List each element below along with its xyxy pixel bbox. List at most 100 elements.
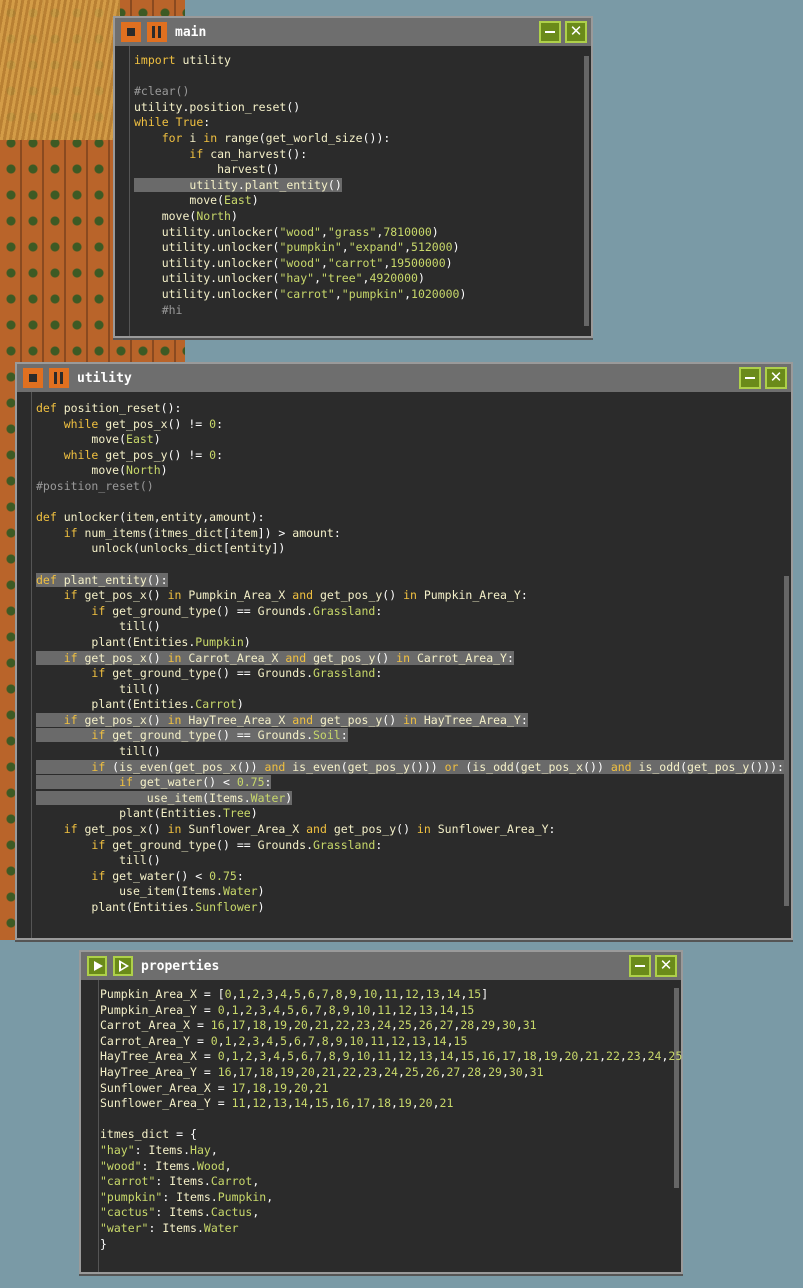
- code-line[interactable]: ​: [36, 557, 784, 573]
- code-line[interactable]: plant(Entities.Pumpkin): [36, 635, 784, 651]
- code-line[interactable]: #position_reset(): [36, 479, 784, 495]
- window-title: properties: [141, 958, 220, 974]
- utility-code-window[interactable]: utility ✕ def position_reset(): while ge…: [15, 362, 793, 940]
- stop-icon[interactable]: [23, 368, 43, 388]
- code-line[interactable]: utility.unlocker("wood","grass",7810000): [134, 225, 466, 241]
- pause-icon[interactable]: [49, 368, 69, 388]
- code-line[interactable]: move(North): [134, 209, 466, 225]
- code-line[interactable]: if can_harvest():: [134, 147, 466, 163]
- code-editor[interactable]: Pumpkin_Area_X = [0,1,2,3,4,5,6,7,8,9,10…: [81, 980, 682, 1272]
- code-line[interactable]: Carrot_Area_Y = 0,1,2,3,4,5,6,7,8,9,10,1…: [100, 1034, 682, 1050]
- minimize-icon[interactable]: [629, 955, 651, 977]
- indent-guide: [31, 392, 32, 938]
- code-line[interactable]: move(East): [134, 193, 466, 209]
- close-icon[interactable]: ✕: [655, 955, 677, 977]
- code-line[interactable]: if get_pos_x() in Carrot_Area_X and get_…: [36, 650, 784, 667]
- code-line[interactable]: utility.unlocker("pumpkin","expand",5120…: [134, 240, 466, 256]
- utility-titlebar[interactable]: utility ✕: [17, 364, 791, 392]
- code-line[interactable]: utility.unlocker("carrot","pumpkin",1020…: [134, 287, 467, 303]
- code-line[interactable]: if get_water() < 0.75:: [36, 775, 784, 791]
- scrollbar[interactable]: [784, 576, 789, 906]
- code-line[interactable]: if get_ground_type() == Grounds.Soil:: [36, 728, 784, 744]
- properties-titlebar[interactable]: properties ✕: [81, 952, 681, 980]
- code-line[interactable]: harvest(): [134, 162, 466, 178]
- code-line[interactable]: "water": Items.Water: [100, 1221, 682, 1237]
- code-line[interactable]: if (is_even(get_pos_x()) and is_even(get…: [36, 759, 784, 776]
- code-line[interactable]: use_item(Items.Water): [36, 790, 784, 807]
- code-line[interactable]: HayTree_Area_Y = 16,17,18,19,20,21,22,23…: [100, 1065, 682, 1081]
- code-line[interactable]: utility.plant_entity(): [134, 177, 466, 194]
- code-line[interactable]: utility.unlocker("wood","carrot",1950000…: [134, 256, 466, 272]
- code-text[interactable]: def position_reset(): while get_pos_x() …: [36, 401, 784, 916]
- code-line[interactable]: def position_reset():: [36, 401, 784, 417]
- code-line[interactable]: if get_pos_x() in HayTree_Area_X and get…: [36, 712, 784, 729]
- play-icon[interactable]: [87, 956, 107, 976]
- code-line[interactable]: #clear(): [134, 84, 466, 100]
- code-line[interactable]: utility.position_reset(): [134, 100, 466, 116]
- code-line[interactable]: while get_pos_y() != 0:: [36, 448, 784, 464]
- pause-icon[interactable]: [147, 22, 167, 42]
- code-line[interactable]: for i in range(get_world_size()):: [134, 131, 466, 147]
- code-line[interactable]: ​: [134, 69, 466, 85]
- code-line[interactable]: "hay": Items.Hay,: [100, 1143, 682, 1159]
- code-line[interactable]: def plant_entity():: [36, 572, 784, 589]
- stop-icon[interactable]: [121, 22, 141, 42]
- wheat-field: [0, 0, 120, 140]
- code-line[interactable]: utility.unlocker("hay","tree",4920000): [134, 271, 466, 287]
- code-line[interactable]: unlock(unlocks_dict[entity]): [36, 541, 784, 557]
- code-line[interactable]: use_item(Items.Water): [36, 884, 784, 900]
- code-line[interactable]: plant(Entities.Sunflower): [36, 900, 784, 916]
- code-line[interactable]: Pumpkin_Area_Y = 0,1,2,3,4,5,6,7,8,9,10,…: [100, 1003, 682, 1019]
- code-line[interactable]: ​: [100, 1112, 682, 1128]
- indent-guide: [98, 980, 99, 1272]
- code-line[interactable]: #hi: [134, 303, 466, 319]
- code-editor[interactable]: import utility​#clear()utility.position_…: [115, 46, 591, 336]
- code-line[interactable]: if get_pos_x() in Sunflower_Area_X and g…: [36, 822, 784, 838]
- code-line[interactable]: "carrot": Items.Carrot,: [100, 1174, 682, 1190]
- code-line[interactable]: ​: [36, 495, 784, 511]
- code-line[interactable]: HayTree_Area_X = 0,1,2,3,4,5,6,7,8,9,10,…: [100, 1049, 682, 1065]
- window-title: main: [175, 24, 207, 40]
- code-line[interactable]: move(North): [36, 463, 784, 479]
- code-line[interactable]: while get_pos_x() != 0:: [36, 417, 784, 433]
- code-line[interactable]: till(): [36, 744, 784, 760]
- code-line[interactable]: Sunflower_Area_Y = 11,12,13,14,15,16,17,…: [100, 1096, 682, 1112]
- code-line[interactable]: if get_ground_type() == Grounds.Grasslan…: [36, 838, 784, 854]
- close-icon[interactable]: ✕: [565, 21, 587, 43]
- code-line[interactable]: plant(Entities.Tree): [36, 806, 784, 822]
- code-line[interactable]: itmes_dict = {: [100, 1127, 682, 1143]
- step-icon[interactable]: [113, 956, 133, 976]
- indent-guide: [129, 46, 130, 336]
- code-line[interactable]: if get_water() < 0.75:: [36, 869, 784, 885]
- main-titlebar[interactable]: main ✕: [115, 18, 591, 46]
- properties-code-window[interactable]: properties ✕ Pumpkin_Area_X = [0,1,2,3,4…: [79, 950, 683, 1274]
- code-line[interactable]: def unlocker(item,entity,amount):: [36, 510, 784, 526]
- code-line[interactable]: till(): [36, 682, 784, 698]
- code-line[interactable]: if get_ground_type() == Grounds.Grasslan…: [36, 604, 784, 620]
- code-line[interactable]: till(): [36, 619, 784, 635]
- code-line[interactable]: "wood": Items.Wood,: [100, 1159, 682, 1175]
- code-line[interactable]: "cactus": Items.Cactus,: [100, 1205, 682, 1221]
- code-line[interactable]: import utility: [134, 53, 466, 69]
- code-line[interactable]: till(): [36, 853, 784, 869]
- code-text[interactable]: Pumpkin_Area_X = [0,1,2,3,4,5,6,7,8,9,10…: [100, 987, 682, 1252]
- code-line[interactable]: plant(Entities.Carrot): [36, 697, 784, 713]
- code-line[interactable]: }: [100, 1237, 682, 1253]
- code-text[interactable]: import utility​#clear()utility.position_…: [134, 53, 466, 318]
- code-line[interactable]: if get_pos_x() in Pumpkin_Area_X and get…: [36, 588, 784, 604]
- minimize-icon[interactable]: [739, 367, 761, 389]
- code-editor[interactable]: def position_reset(): while get_pos_x() …: [17, 392, 791, 938]
- code-line[interactable]: Pumpkin_Area_X = [0,1,2,3,4,5,6,7,8,9,10…: [100, 987, 682, 1003]
- scrollbar[interactable]: [584, 56, 589, 326]
- code-line[interactable]: while True:: [134, 115, 466, 131]
- code-line[interactable]: if num_items(itmes_dict[item]) > amount:: [36, 526, 784, 542]
- window-title: utility: [77, 370, 132, 386]
- close-icon[interactable]: ✕: [765, 367, 787, 389]
- code-line[interactable]: Sunflower_Area_X = 17,18,19,20,21: [100, 1081, 682, 1097]
- code-line[interactable]: if get_ground_type() == Grounds.Grasslan…: [36, 666, 784, 682]
- code-line[interactable]: Carrot_Area_X = 16,17,18,19,20,21,22,23,…: [100, 1018, 682, 1034]
- code-line[interactable]: move(East): [36, 432, 784, 448]
- minimize-icon[interactable]: [539, 21, 561, 43]
- main-code-window[interactable]: main ✕ import utility​#clear()utility.po…: [113, 16, 593, 338]
- code-line[interactable]: "pumpkin": Items.Pumpkin,: [100, 1190, 682, 1206]
